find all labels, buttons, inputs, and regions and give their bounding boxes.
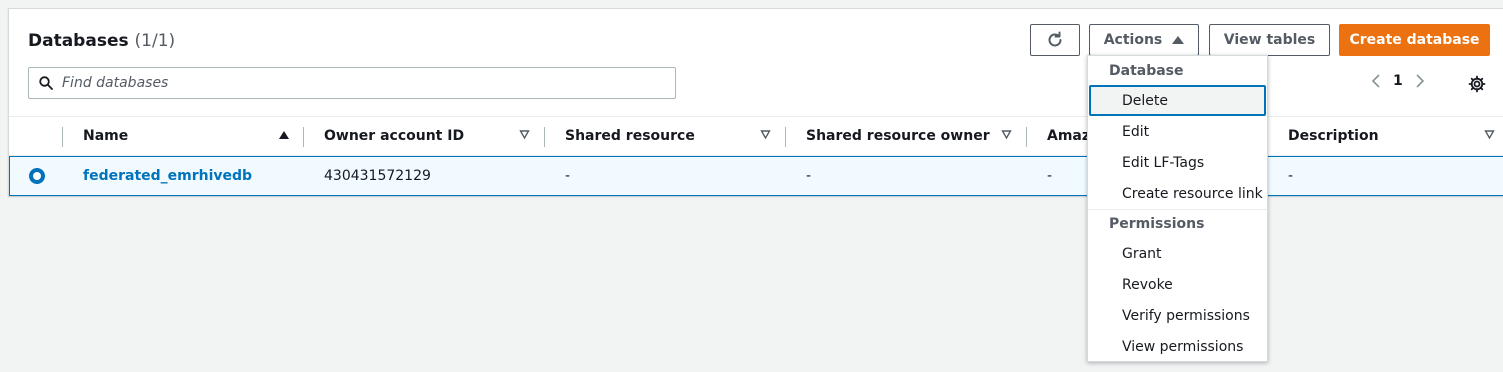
column-header-name[interactable]: Name <box>83 117 128 155</box>
chevron-right-icon[interactable] <box>1415 73 1425 89</box>
sort-icon[interactable] <box>1484 129 1495 140</box>
create-database-button[interactable]: Create database <box>1339 24 1490 56</box>
title-count: (1/1) <box>134 31 176 51</box>
title-text: Databases <box>28 31 129 51</box>
menu-item-create-resource-link[interactable]: Create resource link <box>1089 178 1266 209</box>
menu-group-header-database: Database <box>1109 63 1184 79</box>
pagination: 1 <box>1371 73 1425 89</box>
row-shared-resource: - <box>565 168 571 184</box>
create-database-label: Create database <box>1349 32 1480 48</box>
row-shared-resource-owner: - <box>806 168 812 184</box>
row-amazon: - <box>1047 168 1053 184</box>
view-tables-button[interactable]: View tables <box>1209 24 1330 56</box>
search-box[interactable] <box>28 67 676 99</box>
menu-divider <box>1088 209 1267 210</box>
column-divider <box>303 127 304 147</box>
menu-item-view-permissions[interactable]: View permissions <box>1089 331 1266 362</box>
menu-item-grant[interactable]: Grant <box>1089 238 1266 269</box>
page-title: Databases (1/1) <box>28 31 175 51</box>
column-header-shared-resource[interactable]: Shared resource <box>565 117 695 155</box>
refresh-icon <box>1048 31 1062 47</box>
database-name[interactable]: federated_emrhivedb <box>83 168 252 184</box>
gear-icon[interactable] <box>1468 75 1486 93</box>
menu-item-revoke[interactable]: Revoke <box>1089 269 1266 300</box>
column-divider <box>785 127 786 147</box>
column-divider <box>544 127 545 147</box>
column-header-description[interactable]: Description <box>1288 117 1379 155</box>
sort-icon[interactable] <box>760 129 771 140</box>
menu-item-edit[interactable]: Edit <box>1089 116 1266 147</box>
table-header: Name Owner account ID Shared resource Sh… <box>9 116 1503 156</box>
refresh-button[interactable] <box>1030 24 1080 56</box>
search-icon <box>39 76 53 90</box>
actions-button[interactable]: Actions <box>1089 24 1199 56</box>
sort-icon[interactable] <box>519 129 530 140</box>
menu-group-header-permissions: Permissions <box>1109 216 1205 232</box>
chevron-left-icon[interactable] <box>1371 73 1381 89</box>
column-divider <box>62 127 63 147</box>
search-input[interactable] <box>62 75 622 91</box>
row-select-radio[interactable] <box>29 168 45 184</box>
sort-ascending-icon[interactable] <box>278 129 290 141</box>
row-owner-account-id: 430431572129 <box>324 168 431 184</box>
row-description: - <box>1288 168 1294 184</box>
actions-label: Actions <box>1103 32 1163 48</box>
column-header-shared-resource-owner[interactable]: Shared resource owner <box>806 117 990 155</box>
menu-item-edit-lf-tags[interactable]: Edit LF-Tags <box>1089 147 1266 178</box>
actions-dropdown-menu: Database Delete Edit Edit LF-Tags Create… <box>1087 55 1268 362</box>
current-page[interactable]: 1 <box>1393 73 1403 89</box>
view-tables-label: View tables <box>1223 32 1316 48</box>
sort-icon[interactable] <box>1001 129 1012 140</box>
table-row[interactable]: federated_emrhivedb 430431572129 - - - - <box>9 156 1503 196</box>
column-divider <box>1026 127 1027 147</box>
caret-up-icon <box>1172 36 1185 44</box>
column-header-owner-account-id[interactable]: Owner account ID <box>324 117 464 155</box>
databases-panel: Databases (1/1) Actions View tables Crea… <box>8 8 1503 196</box>
menu-item-delete[interactable]: Delete <box>1089 85 1266 116</box>
menu-item-verify-permissions[interactable]: Verify permissions <box>1089 300 1266 331</box>
row-name-link[interactable]: federated_emrhivedb <box>83 157 252 195</box>
